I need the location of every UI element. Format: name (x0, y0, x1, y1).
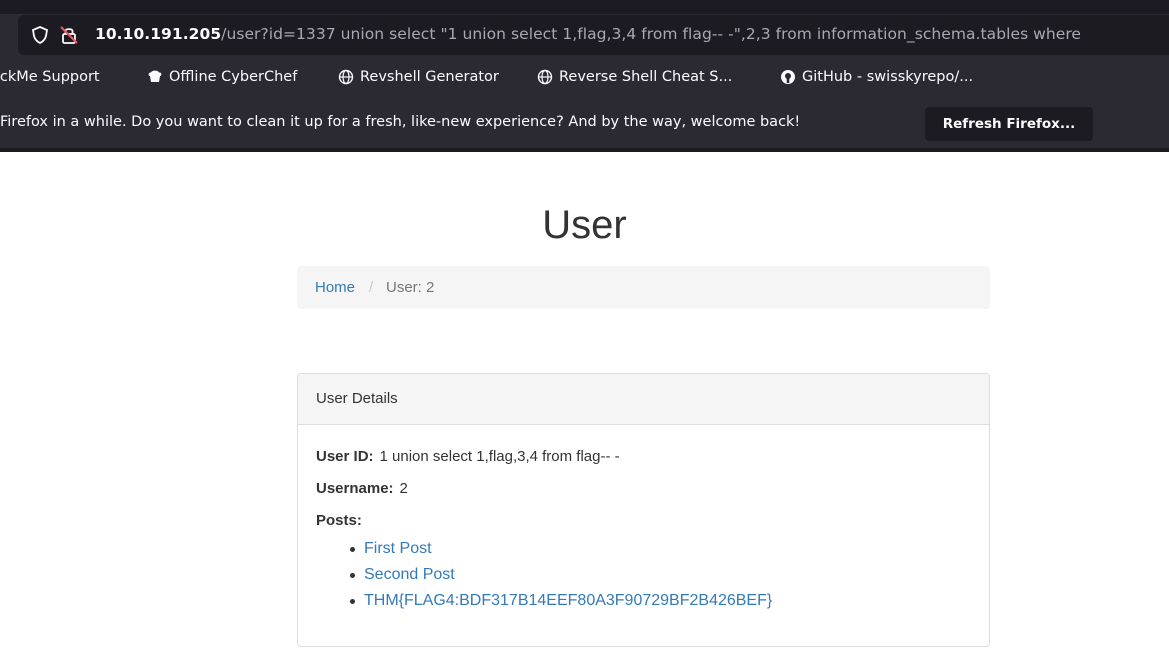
user-id-row: User ID: 1 union select 1,flag,3,4 from f… (316, 448, 620, 465)
username-value: 2 (399, 480, 408, 497)
panel-heading: User Details (298, 374, 989, 425)
bookmark-offline-cyberchef[interactable]: Offline CyberChef (147, 69, 297, 85)
posts-list: First Post Second Post THM{FLAG4:BDF317B… (348, 540, 772, 618)
breadcrumb: Home / User: 2 (297, 266, 990, 309)
url-path: /user?id=1337 union select "1 union sele… (221, 25, 1082, 43)
url-bar[interactable]: 10.10.191.205/user?id=1337 union select … (18, 15, 1169, 55)
user-id-value: 1 union select 1,flag,3,4 from flag-- - (379, 448, 620, 465)
browser-chrome: 10.10.191.205/user?id=1337 union select … (0, 0, 1169, 152)
breadcrumb-home-link[interactable]: Home (315, 279, 355, 296)
post-link-first[interactable]: First Post (348, 540, 772, 566)
notification-text: Firefox in a while. Do you want to clean… (0, 114, 801, 130)
github-icon (781, 70, 795, 84)
url-text[interactable]: 10.10.191.205/user?id=1337 union select … (95, 25, 1081, 43)
user-id-label: User ID: (316, 448, 374, 465)
bookmark-label: GitHub - swisskyrepo/... (802, 69, 974, 85)
panel-heading-title: User Details (316, 390, 398, 407)
bookmark-hackme-support[interactable]: ackMe Support (0, 69, 100, 85)
bookmarks-toolbar: ackMe Support Offline CyberChef Revshell… (0, 64, 1169, 94)
breadcrumb-separator: / (369, 279, 374, 296)
bookmark-label: Reverse Shell Cheat S... (559, 69, 733, 85)
page-title: User (542, 203, 627, 247)
globe-icon (537, 69, 553, 85)
refresh-firefox-button[interactable]: Refresh Firefox... (925, 107, 1093, 141)
refresh-notification-bar: Firefox in a while. Do you want to clean… (0, 100, 1169, 152)
bookmark-label: Revshell Generator (360, 69, 499, 85)
bookmark-label: Offline CyberChef (169, 69, 298, 85)
bookmark-github-swisskyrepo[interactable]: GitHub - swisskyrepo/... (780, 69, 973, 85)
bookmark-reverse-shell-cheat[interactable]: Reverse Shell Cheat S... (537, 69, 732, 85)
insecure-lock-icon[interactable] (58, 24, 80, 46)
post-link-flag[interactable]: THM{FLAG4:BDF317B14EEF80A3F90729BF2B426B… (348, 592, 772, 618)
username-row: Username: 2 (316, 480, 408, 497)
tab-strip (0, 0, 1169, 14)
bookmark-label: ackMe Support (0, 69, 100, 85)
user-details-panel: User Details User ID: 1 union select 1,fl… (297, 373, 990, 647)
globe-icon (338, 69, 354, 85)
breadcrumb-current: User: 2 (386, 279, 435, 296)
posts-label: Posts: (316, 512, 362, 529)
bookmark-revshell-generator[interactable]: Revshell Generator (338, 69, 499, 85)
post-link-second[interactable]: Second Post (348, 566, 772, 592)
url-host: 10.10.191.205 (95, 25, 222, 43)
posts-row: Posts: (316, 512, 368, 529)
username-label: Username: (316, 480, 394, 497)
chef-icon (148, 70, 162, 82)
tracking-shield-icon[interactable] (30, 25, 50, 45)
